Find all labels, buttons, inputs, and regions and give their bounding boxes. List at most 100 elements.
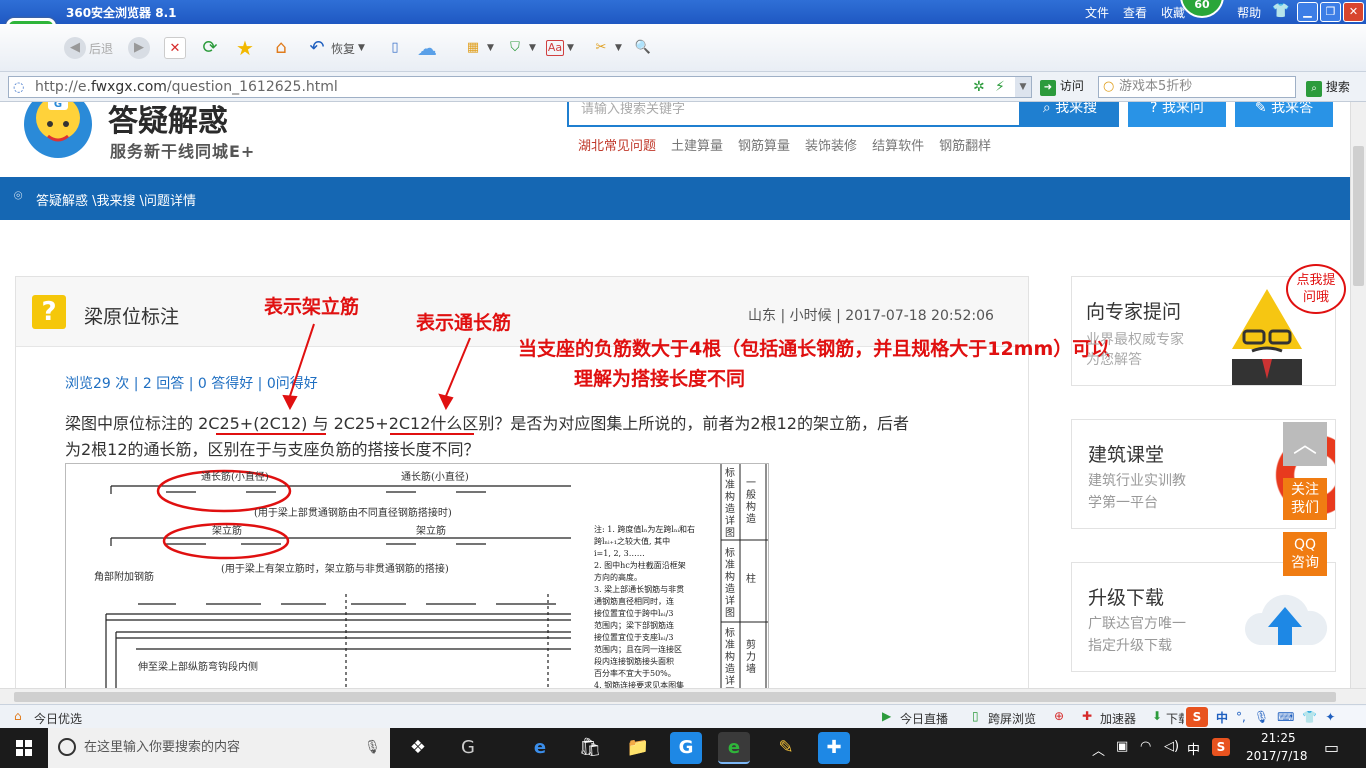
daily-picks-icon: ⌂	[14, 709, 22, 723]
body-text-mid: 与 2C25	[307, 414, 376, 433]
breadcrumb[interactable]: 答疑解惑 \我来搜 \问题详情	[36, 190, 196, 209]
question-meta: 山东 | 小时候 | 2017-07-18 20:52:06	[748, 308, 994, 324]
nav-decoration[interactable]: 装饰装修	[805, 135, 857, 154]
wifi-icon[interactable]: ◠	[1140, 739, 1151, 754]
favorite-button[interactable]: ★	[234, 36, 256, 60]
translate-button[interactable]: Aa ▼	[546, 36, 574, 60]
live-link[interactable]: 今日直播	[900, 710, 948, 727]
browser-search-placeholder: 游戏本5折秒	[1119, 79, 1193, 94]
taskbar-search-input[interactable]: 在这里输入你要搜索的内容 🎙	[48, 728, 390, 768]
stop-icon: ✕	[164, 37, 186, 59]
tray-up-arrow-icon[interactable]: ︿	[1092, 740, 1105, 759]
notification-center-icon[interactable]: ▭	[1324, 738, 1339, 757]
site-logo-title: 答疑解惑	[108, 104, 228, 139]
payment-button[interactable]: ⛉ ▼	[504, 36, 536, 60]
cross-icon: ⊕	[1054, 709, 1065, 723]
follow-us-button[interactable]: 关注我们	[1283, 478, 1327, 520]
clock-time[interactable]: 21:25	[1261, 731, 1296, 745]
ask-button[interactable]: ? 我来问	[1128, 102, 1226, 127]
nav-civil[interactable]: 土建算量	[671, 135, 723, 154]
live-icon: ▶	[882, 709, 892, 723]
nav-settlement[interactable]: 结算软件	[872, 135, 924, 154]
rebar-detail-figure[interactable]: 通长筋(小直径) 通长筋(小直径) (用于梁上部贯通钢筋由不同直径钢筋搭接时) …	[65, 463, 769, 688]
answer-button[interactable]: ✎ 我来答	[1235, 102, 1333, 127]
home-button[interactable]: ⌂	[270, 36, 292, 60]
glodon-icon[interactable]: G	[670, 732, 702, 764]
site-search-input[interactable]: 请输入搜索关键字	[567, 102, 1021, 127]
start-button[interactable]	[0, 728, 48, 768]
plus-app-icon[interactable]: ✚	[818, 732, 850, 764]
menu-file[interactable]: 文件	[1085, 4, 1109, 21]
browser-360-icon[interactable]: e	[718, 732, 750, 764]
notes-app-icon[interactable]: ✎	[770, 732, 802, 764]
class-sub1: 建筑行业实训教	[1088, 473, 1186, 489]
zoom-button[interactable]: 🔍	[632, 36, 654, 60]
accelerator-link[interactable]: 加速器	[1100, 710, 1136, 727]
address-path: /question_1612625.html	[166, 79, 338, 95]
browser-search-button[interactable]: ⌕ 搜索	[1306, 78, 1350, 97]
address-input[interactable]: ◌ http://e.fwxgx.com/question_1612625.ht…	[8, 76, 1032, 98]
download-card[interactable]: 升级下载 广联达官方唯一 指定升级下载	[1071, 562, 1336, 672]
figure-label-mid2: 架立筋	[416, 526, 446, 537]
scissors-icon: ✂	[595, 40, 607, 55]
search-icon: ⌕	[1042, 102, 1051, 116]
stop-button[interactable]: ✕	[164, 36, 186, 60]
nav-rebar-layout[interactable]: 钢筋翻样	[939, 135, 991, 154]
back-button[interactable]: ◀ 后退	[64, 36, 113, 60]
edge-icon[interactable]: e	[524, 732, 556, 764]
close-button[interactable]: ✕	[1343, 2, 1364, 22]
task-view-icon[interactable]: ❖	[402, 732, 434, 764]
file-explorer-icon[interactable]: 📁	[622, 732, 654, 764]
shield-icon: ⛉	[510, 40, 520, 55]
browser-g-icon[interactable]: G	[452, 732, 484, 764]
screenshot-button[interactable]: ✂ ▼	[590, 36, 622, 60]
figure-note: 3. 梁上部通长钢筋与非贯	[594, 585, 685, 594]
sogou-tray-icon[interactable]: S	[1212, 738, 1230, 756]
volume-icon[interactable]: ◁)	[1164, 739, 1179, 754]
skin-icon: 👕	[1302, 710, 1318, 724]
mobile-button[interactable]: ▯	[384, 36, 406, 60]
store-icon[interactable]: 🛍	[574, 732, 606, 764]
cross-screen-link[interactable]: 跨屏浏览	[988, 710, 1036, 727]
menu-help[interactable]: 帮助	[1237, 4, 1261, 21]
figure-note: 接位置宜位于跨中lₙᵢ/3	[594, 609, 674, 618]
menu-favorites[interactable]: 收藏	[1161, 4, 1185, 21]
browser-search-input[interactable]: ○ 游戏本5折秒	[1098, 76, 1296, 98]
apps-button[interactable]: ▦ ▼	[462, 36, 494, 60]
horizontal-scroll-thumb[interactable]	[14, 692, 1336, 702]
search-button[interactable]: ⌕ 我来搜	[1021, 102, 1119, 127]
maximize-button[interactable]: ❐	[1320, 2, 1341, 22]
refresh-button[interactable]: ⟳	[199, 36, 221, 60]
nav-rebar[interactable]: 钢筋算量	[738, 135, 790, 154]
grid-icon: ▦	[466, 40, 480, 55]
network-icon[interactable]: ▣	[1116, 739, 1128, 754]
figure-caption1: (用于梁上部贯通钢筋由不同直径钢筋搭接时)	[254, 508, 452, 519]
ime-chinese-icon: 中	[1216, 710, 1229, 725]
clock-date[interactable]: 2017/7/18	[1246, 749, 1308, 763]
ime-indicator[interactable]: 中	[1187, 739, 1200, 758]
forward-button[interactable]: ▶	[128, 36, 150, 60]
horizontal-scrollbar[interactable]	[0, 688, 1366, 704]
back-arrow-icon: ◀	[64, 37, 86, 59]
shirt-icon[interactable]: 👕	[1272, 3, 1289, 19]
address-dropdown-icon[interactable]: ▼	[1015, 77, 1031, 97]
menu-view[interactable]: 查看	[1123, 4, 1147, 21]
qq-consult-button[interactable]: QQ咨询	[1283, 532, 1327, 576]
question-title: 梁原位标注	[84, 306, 180, 328]
minimize-button[interactable]: ▁	[1297, 2, 1318, 22]
ime-toolbar[interactable]: S 中 °, 🎙 ⌨ 👕 ✦	[1184, 706, 1366, 728]
figure-caption2: (用于梁上有架立筋时，架立筋与非贯通钢筋的搭接)	[221, 564, 449, 575]
figure-note: 范围内；梁下部钢筋连	[594, 621, 674, 630]
ask-bubble[interactable]: 点我提问哦	[1286, 264, 1346, 314]
restore-button[interactable]: ↶ 恢复 ▼	[306, 36, 364, 60]
nav-hubei[interactable]: 湖北常见问题	[578, 135, 656, 154]
ask-expert-sub1: 业界最权威专家	[1086, 332, 1184, 348]
daily-picks-link[interactable]: 今日优选	[34, 710, 82, 727]
question-body: 梁图中原位标注的 2C25+(2C12) 与 2C25+2C12什么区别？是否为…	[65, 411, 1015, 463]
visit-button[interactable]: ➜ 访问	[1040, 77, 1084, 96]
vertical-scroll-thumb[interactable]	[1353, 146, 1364, 286]
cloud-button[interactable]: ☁	[416, 36, 438, 60]
follow-us-label: 关注我们	[1291, 482, 1319, 516]
vertical-scrollbar[interactable]	[1350, 102, 1366, 688]
back-to-top-button[interactable]: ︿	[1283, 422, 1327, 466]
